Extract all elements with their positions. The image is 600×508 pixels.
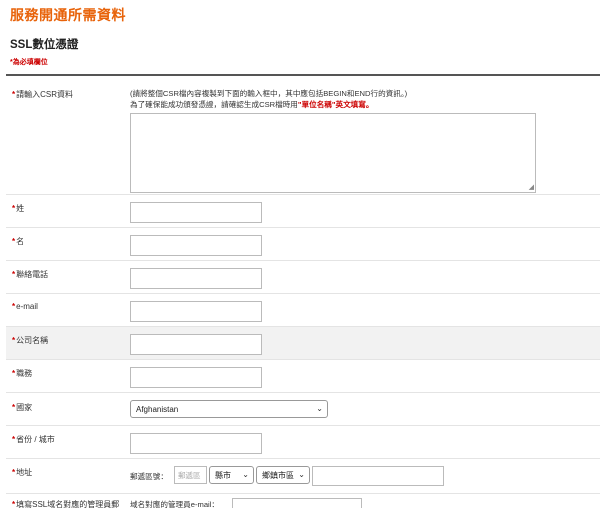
country-label-text: 國家	[16, 403, 33, 412]
address-label-text: 地址	[16, 468, 33, 477]
admin-email-row: *填寫SSL域名對應的管理員郵 域名對應的管理員e-mail：	[6, 494, 600, 508]
address-label: *地址	[12, 467, 32, 478]
email-row: *e-mail	[6, 294, 600, 327]
country-row: *國家 Afghanistan ⌄	[6, 393, 600, 426]
csr-note-line2-post: 。	[365, 100, 374, 109]
street-input[interactable]	[312, 466, 444, 486]
required-mark: *	[12, 237, 16, 246]
job-title-label: *職務	[12, 368, 32, 379]
csr-note-highlight: "單位名稱"英文填寫	[297, 100, 366, 109]
phone-row: *聯絡電話	[6, 261, 600, 294]
first-name-input[interactable]	[130, 235, 262, 256]
phone-input[interactable]	[130, 268, 262, 289]
resize-grip-icon[interactable]: ◢	[529, 184, 534, 191]
phone-label-text: 聯絡電話	[16, 270, 49, 279]
province-row: *省份 / 城市	[6, 426, 600, 459]
csr-note-line1: (請將整個CSR檔內容複製到下面的輸入框中，其中應包括BEGIN和END行的資訊…	[130, 89, 408, 98]
required-mark: *	[12, 500, 16, 508]
last-name-row: *姓	[6, 195, 600, 228]
county-select[interactable]: 縣市 ⌄	[209, 466, 254, 484]
admin-email-label: *填寫SSL域名對應的管理員郵	[12, 499, 119, 508]
first-name-label: *名	[12, 236, 24, 247]
country-selected-value: Afghanistan	[136, 404, 179, 414]
email-input[interactable]	[130, 301, 262, 322]
csr-note-line2-pre: 為了確保能成功頒發憑證，請確認生成CSR檔時用	[130, 100, 298, 109]
page-title: 服務開通所需資料	[10, 7, 126, 23]
required-mark: *	[12, 369, 16, 378]
required-note: *為必填欄位	[10, 59, 48, 66]
admin-email-label-text: 填寫SSL域名對應的管理員郵	[16, 500, 120, 508]
company-label-text: 公司名稱	[16, 336, 49, 345]
first-name-label-text: 名	[16, 237, 25, 246]
required-mark: *	[12, 468, 16, 477]
company-row: *公司名稱	[6, 327, 600, 360]
province-label-text: 省份 / 城市	[16, 435, 55, 444]
zip-input[interactable]: 郵遞區	[174, 466, 207, 484]
required-mark: *	[12, 204, 16, 213]
required-mark: *	[12, 336, 16, 345]
job-title-row: *職務	[6, 360, 600, 393]
chevron-down-icon: ⌄	[242, 470, 249, 479]
company-label: *公司名稱	[12, 335, 48, 346]
required-mark: *	[12, 270, 16, 279]
admin-email-input[interactable]	[232, 498, 362, 508]
province-input[interactable]	[130, 433, 262, 454]
admin-email-sublabel: 域名對應的管理員e-mail：	[130, 500, 220, 508]
first-name-row: *名	[6, 228, 600, 261]
email-label: *e-mail	[12, 302, 38, 311]
last-name-label-text: 姓	[16, 204, 25, 213]
csr-note-line2: 為了確保能成功頒發憑證，請確認生成CSR檔時用"單位名稱"英文填寫。	[130, 99, 407, 110]
chevron-down-icon: ⌄	[316, 404, 323, 413]
country-label: *國家	[12, 402, 32, 413]
town-selected-value: 鄉鎮市區	[262, 470, 294, 480]
last-name-input[interactable]	[130, 202, 262, 223]
company-input[interactable]	[130, 334, 262, 355]
zip-label: 郵遞區號：	[130, 472, 168, 481]
required-mark: *	[12, 435, 16, 444]
last-name-label: *姓	[12, 203, 24, 214]
section-title: SSL數位憑證	[10, 39, 79, 51]
chevron-down-icon: ⌄	[298, 470, 305, 479]
csr-row: *請輸入CSR資料 (請將整個CSR檔內容複製到下面的輸入框中，其中應包括BEG…	[6, 77, 600, 195]
csr-textarea[interactable]: ◢	[130, 113, 536, 193]
province-label: *省份 / 城市	[12, 434, 55, 445]
address-row: *地址 郵遞區號： 郵遞區 縣市 ⌄ 鄉鎮市區 ⌄	[6, 459, 600, 494]
job-title-label-text: 職務	[16, 369, 33, 378]
phone-label: *聯絡電話	[12, 269, 48, 280]
county-selected-value: 縣市	[215, 470, 231, 480]
email-label-text: e-mail	[16, 302, 38, 311]
required-mark: *	[12, 302, 16, 311]
csr-label-text: 請輸入CSR資料	[16, 90, 74, 99]
required-mark: *	[12, 403, 16, 412]
job-title-input[interactable]	[130, 367, 262, 388]
divider	[6, 74, 600, 76]
required-mark: *	[12, 90, 16, 99]
csr-label: *請輸入CSR資料	[12, 89, 73, 100]
town-select[interactable]: 鄉鎮市區 ⌄	[256, 466, 310, 484]
country-select[interactable]: Afghanistan ⌄	[130, 400, 328, 418]
csr-instructions: (請將整個CSR檔內容複製到下面的輸入框中，其中應包括BEGIN和END行的資訊…	[130, 88, 407, 110]
